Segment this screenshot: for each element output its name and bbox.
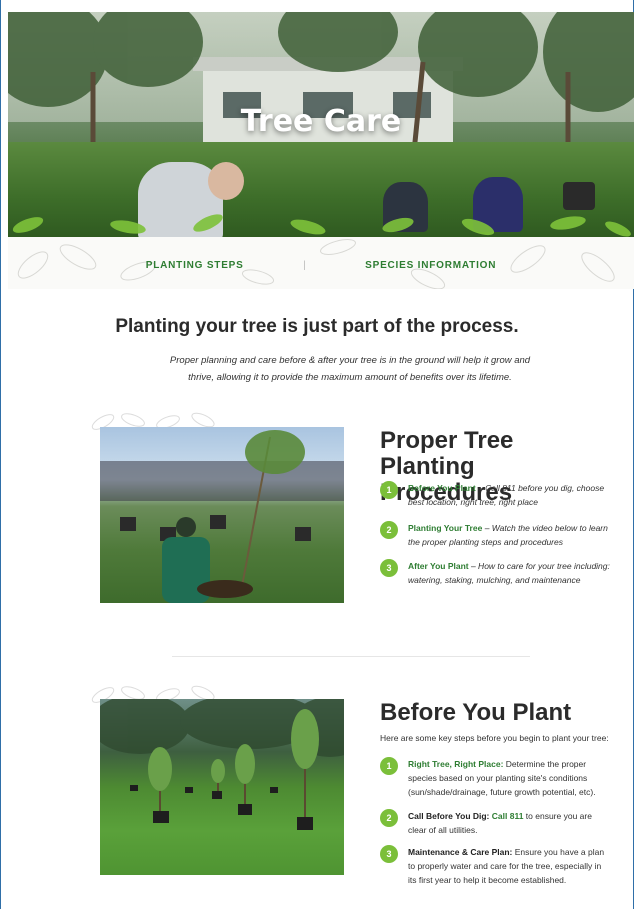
section2-steps: 1 Right Tree, Right Place: Determine the…: [380, 757, 610, 887]
hero-title: Tree Care: [240, 104, 402, 139]
step-heading: Maintenance & Care Plan:: [408, 847, 513, 857]
nav-separator: |: [303, 260, 306, 271]
intro-title: Planting your tree is just part of the p…: [115, 316, 519, 337]
step-link[interactable]: Before You Plant: [408, 483, 476, 493]
section1-steps: 1 Before You Plant – Call 811 before you…: [380, 481, 610, 587]
section2-intro: Here are some key steps before you begin…: [380, 733, 609, 743]
list-item: 3 After You Plant – How to care for your…: [380, 559, 610, 587]
intro-text: Proper planning and care before & after …: [169, 355, 531, 383]
step-number-badge: 2: [380, 521, 398, 539]
section-divider: [172, 656, 530, 657]
step-number-badge: 1: [380, 757, 398, 775]
step-link[interactable]: After You Plant: [408, 561, 469, 571]
photo-community-planting: [100, 427, 344, 603]
list-item: 1 Right Tree, Right Place: Determine the…: [380, 757, 610, 809]
list-item: 1 Before You Plant – Call 811 before you…: [380, 481, 610, 521]
step-number-badge: 3: [380, 559, 398, 577]
call-811-link[interactable]: Call 811: [492, 811, 524, 821]
section2-title: Before You Plant: [380, 699, 572, 726]
nav-planting-steps[interactable]: PLANTING STEPS: [146, 260, 244, 271]
hero-person-head: [208, 162, 244, 200]
section-nav: PLANTING STEPS | SPECIES INFORMATION: [8, 237, 634, 289]
step-heading: Right Tree, Right Place:: [408, 759, 504, 769]
step-number-badge: 3: [380, 845, 398, 863]
hero-leaf-border: [12, 214, 631, 237]
hero-banner: Tree Care: [8, 12, 634, 237]
list-item: 2 Call Before You Dig: Call 811 to ensur…: [380, 809, 610, 845]
step-link[interactable]: Planting Your Tree: [408, 523, 482, 533]
step-number-badge: 1: [380, 481, 398, 499]
step-heading: Call Before You Dig:: [408, 811, 490, 821]
step-number-badge: 2: [380, 809, 398, 827]
nav-species-information[interactable]: SPECIES INFORMATION: [365, 260, 496, 271]
photo-planted-saplings: [100, 699, 344, 875]
list-item: 2 Planting Your Tree – Watch the video b…: [380, 521, 610, 559]
list-item: 3 Maintenance & Care Plan: Ensure you ha…: [380, 845, 610, 887]
